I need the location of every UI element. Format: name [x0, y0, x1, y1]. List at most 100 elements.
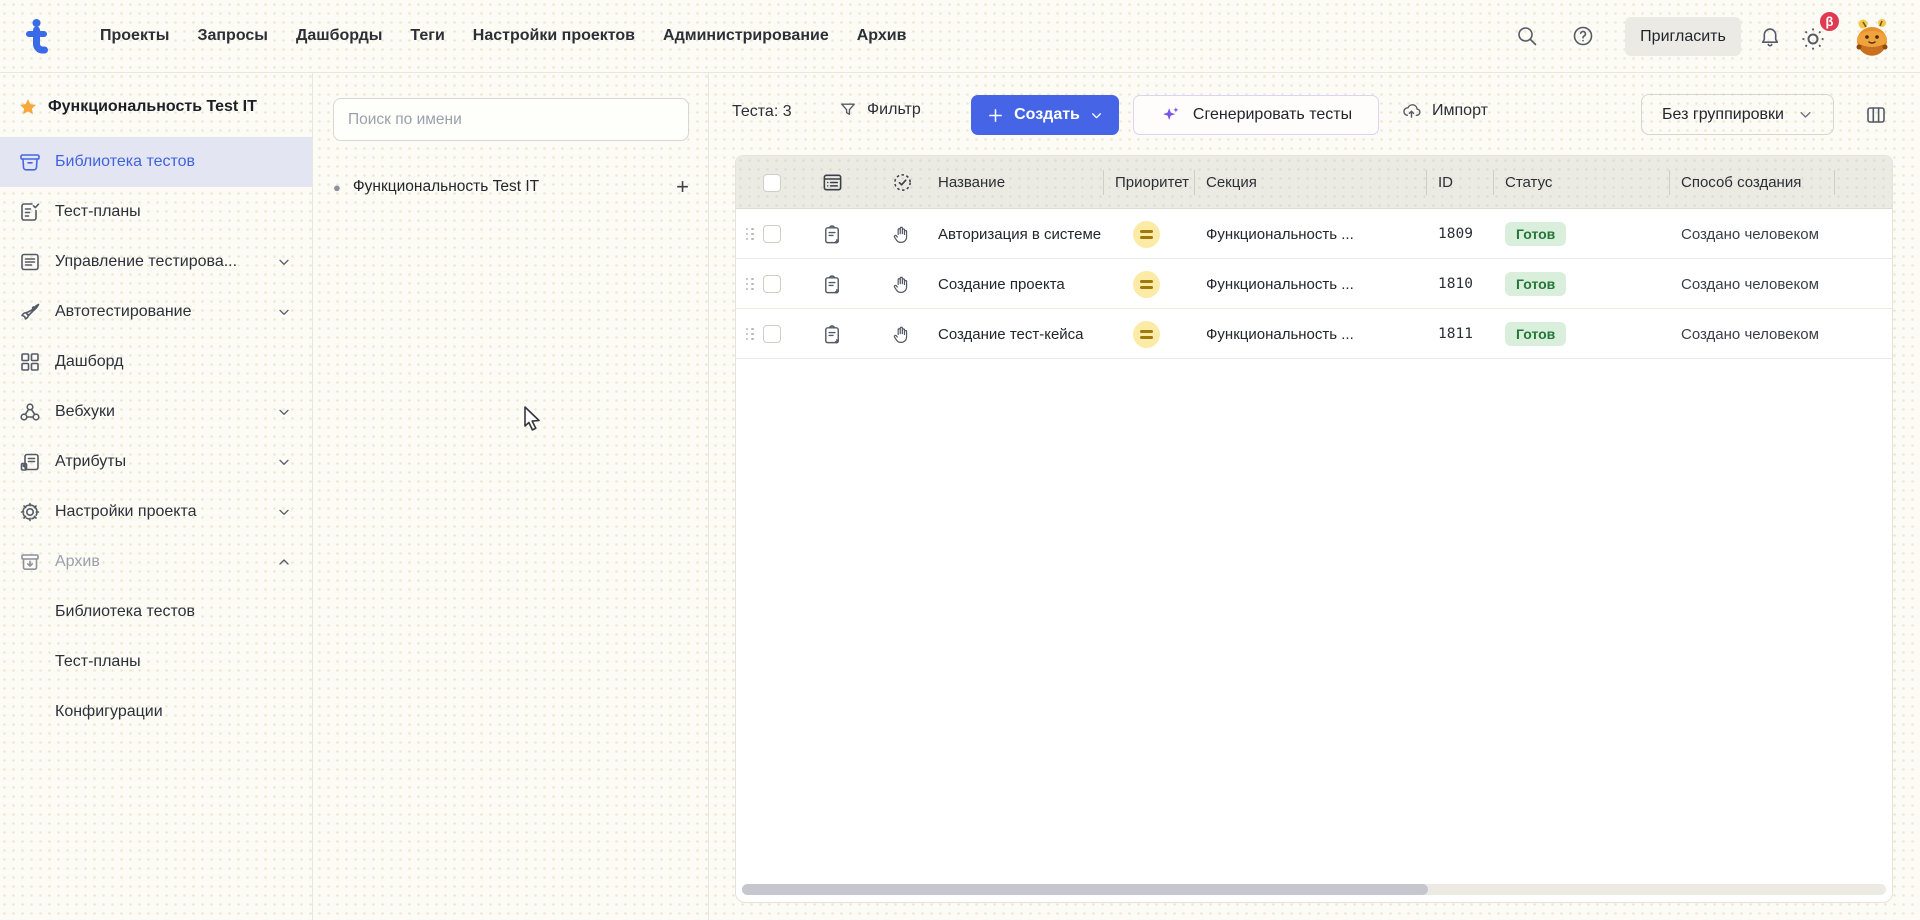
nav-project-settings[interactable]: Настройки проектов [473, 27, 635, 45]
status-badge: Готов [1505, 272, 1567, 296]
invite-button[interactable]: Пригласить [1625, 17, 1741, 56]
sidebar-item-label: Настройки проекта [55, 503, 197, 520]
notifications-bell-icon[interactable] [1750, 16, 1790, 56]
test-name[interactable]: Создание проекта [934, 276, 1103, 293]
drag-handle-icon[interactable] [743, 327, 757, 341]
nav-tags[interactable]: Теги [410, 27, 444, 45]
manual-test-hand-icon [893, 326, 908, 343]
funnel-icon [841, 103, 855, 115]
sidebar-item-test-management[interactable]: Управление тестирова... [0, 237, 312, 287]
column-header-status[interactable]: Статус [1493, 156, 1669, 209]
tree-node-bullet-icon: ● [333, 179, 341, 195]
creation-cell: Создано человеком [1681, 325, 1819, 343]
tree-root-node[interactable]: ● Функциональность Test IT + [313, 165, 709, 209]
sidebar-item-label: Вебхуки [55, 403, 115, 420]
nav-dashboards[interactable]: Дашборды [296, 27, 382, 45]
nav-archive[interactable]: Архив [857, 27, 907, 45]
row-checkbox[interactable] [763, 275, 781, 293]
status-cell: Готов [1493, 272, 1669, 296]
sidebar-item-autotests[interactable]: Автотестирование [0, 287, 312, 337]
column-header-extra [1834, 156, 1892, 209]
select-all-checkbox[interactable] [763, 173, 781, 192]
chevron-down-icon [1800, 111, 1811, 118]
sidebar-subitem-archived-configurations[interactable]: Конфигурации [0, 687, 312, 737]
project-header[interactable]: Функциональность Test IT [0, 73, 312, 137]
row-checkbox[interactable] [763, 225, 781, 243]
chevron-down-icon [279, 409, 289, 415]
test-plans-icon [21, 203, 40, 221]
chevron-down-icon [279, 259, 289, 265]
manual-test-hand-icon [893, 276, 908, 293]
favorite-star-icon[interactable] [18, 97, 38, 117]
column-header-creation[interactable]: Способ создания [1669, 156, 1834, 209]
id-cell: 1809 [1438, 226, 1473, 242]
test-name[interactable]: Создание тест-кейса [934, 326, 1103, 343]
help-icon[interactable] [1563, 16, 1603, 56]
column-header-priority[interactable]: Приоритет [1103, 156, 1194, 209]
column-header-section[interactable]: Секция [1194, 156, 1426, 209]
table-row[interactable]: Создание тест-кейса Функциональность ...… [736, 309, 1892, 359]
drag-handle-icon[interactable] [743, 277, 757, 291]
import-button[interactable]: Импорт [1401, 100, 1488, 121]
section-cell: Функциональность ... [1206, 275, 1354, 293]
columns-settings-button[interactable] [1864, 103, 1888, 127]
sidebar-item-test-plans[interactable]: Тест-планы [0, 187, 312, 237]
sidebar-subitem-archived-test-library[interactable]: Библиотека тестов [0, 587, 312, 637]
webhook-icon [20, 403, 40, 421]
nav-administration[interactable]: Администрирование [663, 27, 829, 45]
column-header-id[interactable]: ID [1426, 156, 1493, 209]
nav-requests[interactable]: Запросы [197, 27, 267, 45]
sparkle-icon [1163, 107, 1179, 121]
id-cell: 1811 [1438, 326, 1473, 342]
manual-test-hand-icon [893, 226, 908, 243]
library-icon [20, 154, 40, 171]
table-row[interactable]: Авторизация в системе Функциональность .… [736, 209, 1892, 259]
plus-icon [989, 108, 1003, 122]
import-label: Импорт [1432, 101, 1488, 119]
tree-node-label: Функциональность Test IT [352, 178, 540, 195]
add-section-button[interactable]: + [676, 176, 689, 198]
column-header-name[interactable]: Название [934, 156, 1103, 209]
status-badge: Готов [1505, 322, 1567, 346]
dashboard-icon [21, 353, 39, 371]
sidebar-item-label: Библиотека тестов [55, 153, 196, 170]
sidebar-item-attributes[interactable]: Атрибуты [0, 437, 312, 487]
test-name[interactable]: Авторизация в системе [934, 226, 1103, 243]
header-controls-cell [736, 158, 934, 208]
theme-toggle[interactable]: β [1798, 10, 1842, 60]
create-button[interactable]: Создать [971, 95, 1119, 135]
avatar[interactable] [1850, 15, 1894, 59]
horizontal-scrollbar[interactable] [742, 884, 1886, 895]
sidebar-item-label: Тест-планы [55, 203, 141, 220]
generate-tests-button[interactable]: Сгенерировать тесты [1133, 95, 1379, 135]
section-cell: Функциональность ... [1206, 225, 1354, 243]
filter-label: Фильтр [867, 101, 921, 118]
sidebar-item-webhooks[interactable]: Вебхуки [0, 387, 312, 437]
priority-medium-icon [1133, 320, 1160, 348]
sidebar-item-archive[interactable]: Архив [0, 537, 312, 587]
sidebar-item-dashboard[interactable]: Дашборд [0, 337, 312, 387]
sidebar-item-project-settings[interactable]: Настройки проекта [0, 487, 312, 537]
nav-projects[interactable]: Проекты [100, 27, 169, 45]
archive-icon [21, 554, 39, 570]
topbar: Проекты Запросы Дашборды Теги Настройки … [0, 0, 1920, 73]
testit-logo-icon [26, 19, 48, 54]
chevron-up-icon [279, 559, 289, 565]
section-cell: Функциональность ... [1206, 325, 1354, 343]
scrollbar-thumb[interactable] [742, 884, 1429, 895]
sidebar-item-label: Управление тестирова... [55, 253, 238, 270]
table-row[interactable]: Создание проекта Функциональность ... 18… [736, 259, 1892, 309]
sidebar-item-test-library[interactable]: Библиотека тестов [0, 137, 312, 187]
grouping-dropdown[interactable]: Без группировки [1641, 94, 1834, 135]
chevron-down-icon [279, 509, 289, 515]
create-label: Создать [1014, 106, 1080, 123]
filter-button[interactable]: Фильтр [838, 100, 921, 120]
sections-tree-panel: ● Функциональность Test IT + [313, 73, 709, 920]
search-icon[interactable] [1507, 16, 1547, 56]
drag-handle-icon[interactable] [743, 227, 757, 241]
app-logo[interactable] [0, 16, 76, 56]
work-item-type-column-icon [823, 174, 842, 191]
sidebar-subitem-archived-test-plans[interactable]: Тест-планы [0, 637, 312, 687]
row-checkbox[interactable] [763, 325, 781, 343]
tree-search-input[interactable] [333, 98, 689, 141]
